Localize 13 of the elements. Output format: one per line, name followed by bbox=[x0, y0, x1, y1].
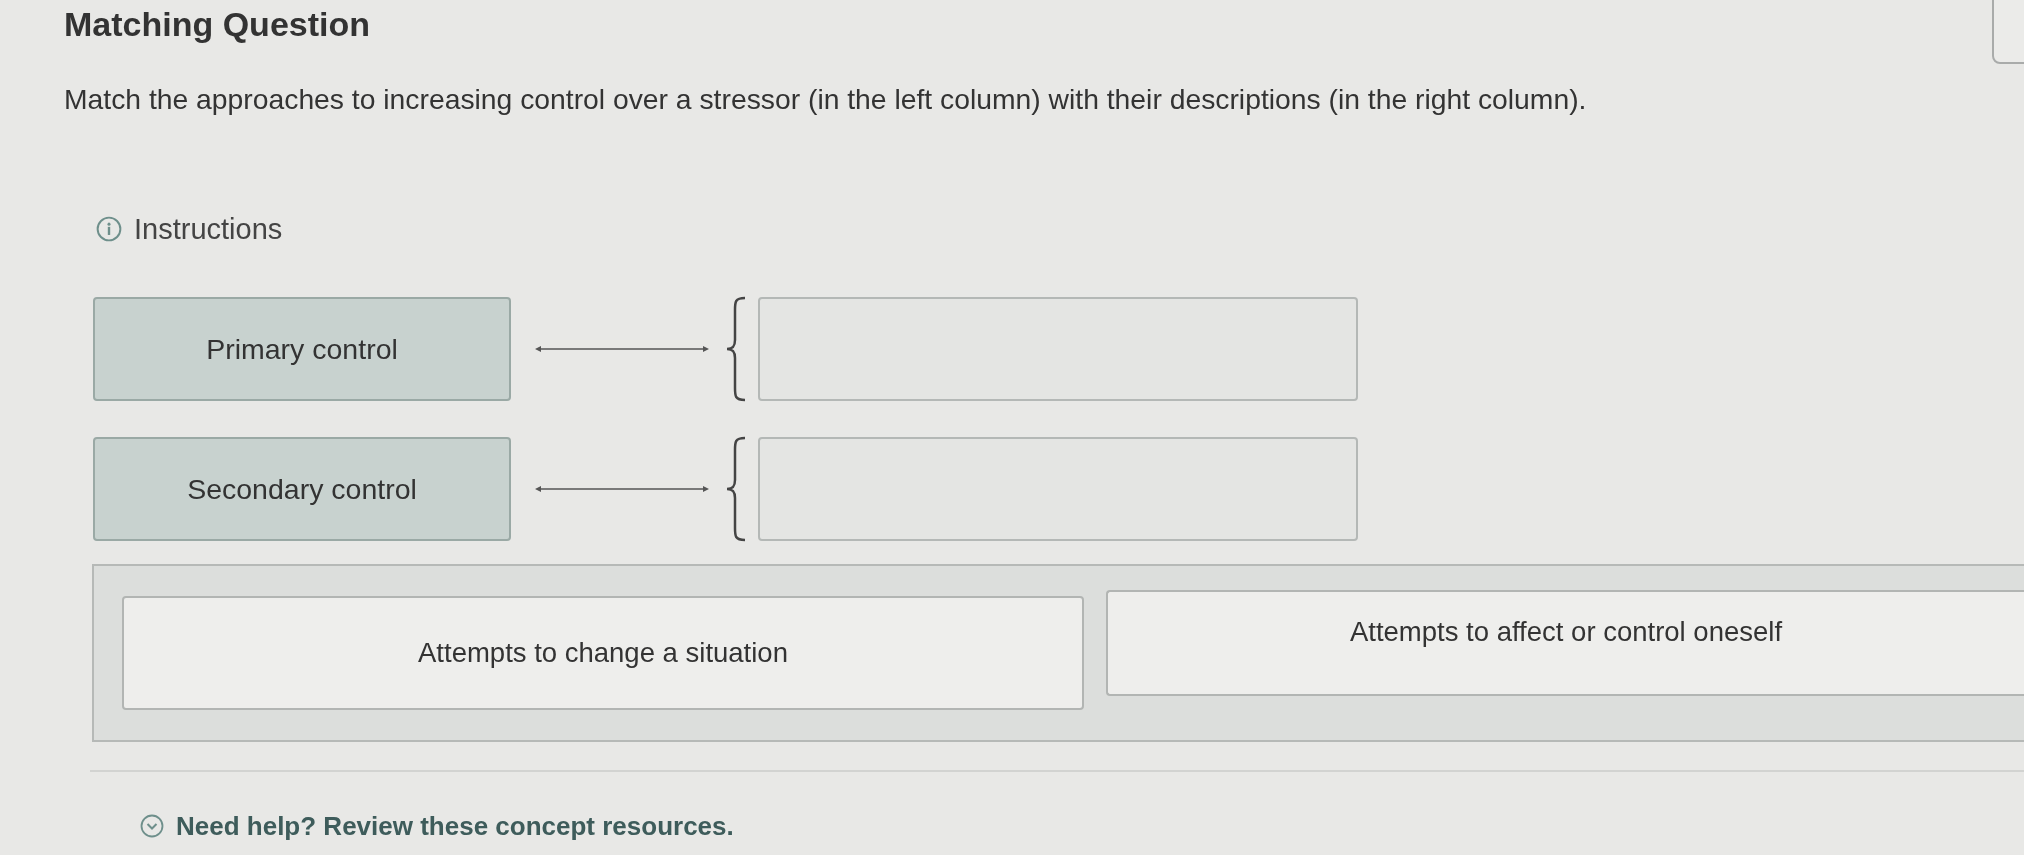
drop-zone[interactable] bbox=[758, 297, 1358, 401]
term-card[interactable]: Primary control bbox=[93, 297, 511, 401]
drop-zone[interactable] bbox=[758, 437, 1358, 541]
curly-brace-icon bbox=[725, 436, 747, 542]
answer-card[interactable]: Attempts to change a situation bbox=[122, 596, 1084, 710]
question-title: Matching Question bbox=[64, 4, 370, 44]
term-card[interactable]: Secondary control bbox=[93, 437, 511, 541]
info-icon bbox=[96, 216, 122, 242]
instructions-button[interactable]: Instructions bbox=[96, 212, 283, 246]
help-toggle[interactable]: Need help? Review these concept resources. bbox=[140, 810, 734, 842]
question-prompt: Match the approaches to increasing control over a stressor (in the left column) with their descriptions (in the right column). bbox=[64, 82, 1587, 116]
answer-card[interactable]: Attempts to affect or control oneself bbox=[1106, 590, 2024, 696]
curly-brace-icon bbox=[725, 296, 747, 402]
